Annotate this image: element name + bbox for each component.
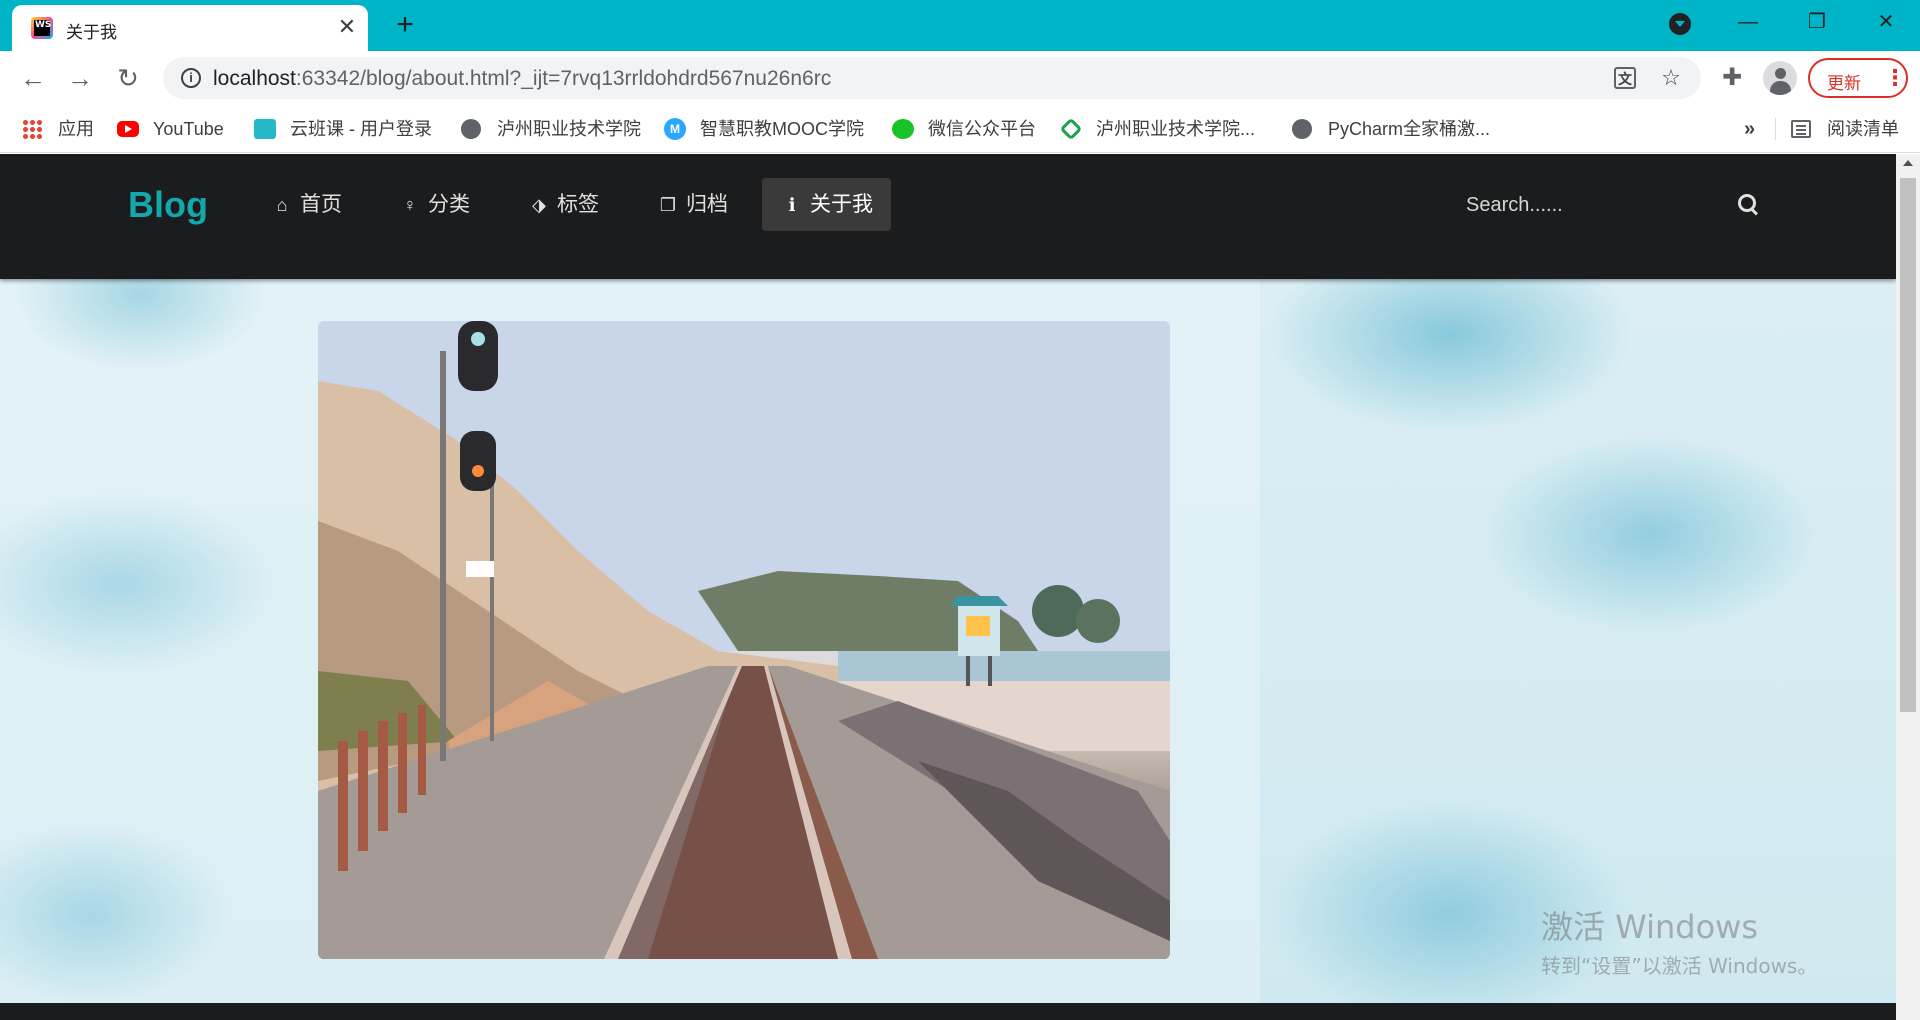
profile-avatar[interactable] [1763,61,1797,95]
restore-button[interactable]: ❐ [1787,4,1847,40]
reading-list-button[interactable]: 阅读清单 [1827,117,1899,141]
bookmarks-divider [1775,118,1776,140]
home-icon: ⌂ [276,195,288,215]
bookmarks-overflow-button[interactable]: » [1744,117,1755,141]
menu-item-tags[interactable]: ⬗ 标签 [509,178,617,231]
school-icon [1059,117,1083,141]
page-viewport: Blog ⌂ 首页 ♀ 分类 ⬗ 标签 ❐ 归档 ℹ 关于我 Search...… [0,154,1896,1020]
reading-list-icon[interactable] [1791,120,1811,138]
tab-strip: WS 关于我 ✕ + — ❐ ✕ [0,0,1920,51]
minimize-button[interactable]: — [1718,4,1778,40]
youtube-icon [117,121,139,137]
webstorm-favicon-icon: WS [31,17,53,39]
apps-grid-icon [22,119,44,139]
menu-item-category[interactable]: ♀ 分类 [380,178,488,231]
browser-toolbar: ← → ↻ i localhost:63342/blog/about.html?… [0,51,1920,105]
url-text[interactable]: localhost:63342/blog/about.html?_ijt=7rv… [213,67,831,91]
mooc-icon: M [664,118,686,140]
menu-item-about[interactable]: ℹ 关于我 [762,178,891,231]
translate-icon[interactable]: 文 [1614,67,1636,89]
tab-search-icon[interactable] [1669,13,1691,35]
back-arrow-icon[interactable]: ← [15,60,51,96]
search-icon[interactable] [1738,194,1760,216]
cloud-class-icon [254,119,276,139]
menu-dots-icon: ⋮ [1884,65,1906,90]
extensions-puzzle-icon[interactable]: ✚ [1717,63,1747,93]
tab-title: 关于我 [66,23,117,42]
new-tab-button[interactable]: + [388,9,422,43]
lightbulb-icon: ♀ [403,195,417,215]
page-scrollbar[interactable] [1896,154,1920,1020]
bookmarks-bar: 应用 YouTube 云班课 - 用户登录 泸州职业技术学院 M 智慧职教MOO… [0,105,1920,153]
tags-icon: ⬗ [532,195,546,215]
update-button[interactable]: 更新 ⋮ [1808,58,1908,98]
tab-close-button[interactable]: ✕ [334,14,360,40]
globe-icon [1292,119,1312,139]
clone-icon: ❐ [659,195,677,215]
scroll-thumb[interactable] [1900,178,1916,712]
site-brand[interactable]: Blog [128,184,208,226]
window-close-button[interactable]: ✕ [1856,4,1916,40]
search-input[interactable] [1446,180,1746,230]
wechat-icon [892,119,914,139]
bookmark-star-icon[interactable]: ☆ [1658,65,1684,91]
forward-arrow-icon[interactable]: → [62,60,98,96]
browser-tab-active[interactable]: WS 关于我 ✕ [12,5,368,51]
menu-item-archive[interactable]: ❐ 归档 [638,178,746,231]
address-bar[interactable]: i localhost:63342/blog/about.html?_ijt=7… [163,57,1701,99]
info-icon: ℹ [788,195,796,215]
scroll-up-arrow-icon[interactable] [1903,160,1913,166]
windows-activation-watermark: 激活 Windows 转到“设置”以激活 Windows。 [1541,908,1818,978]
site-navbar: Blog ⌂ 首页 ♀ 分类 ⬗ 标签 ❐ 归档 ℹ 关于我 [0,154,1896,279]
page-footer-edge [0,1003,1896,1020]
about-photo [318,321,1170,959]
railway-beach-image [318,321,1170,959]
reload-icon[interactable]: ↻ [110,60,146,96]
site-info-icon[interactable]: i [181,68,201,88]
menu-item-home[interactable]: ⌂ 首页 [252,178,360,231]
site-search [1446,180,1786,230]
globe-icon [461,119,481,139]
